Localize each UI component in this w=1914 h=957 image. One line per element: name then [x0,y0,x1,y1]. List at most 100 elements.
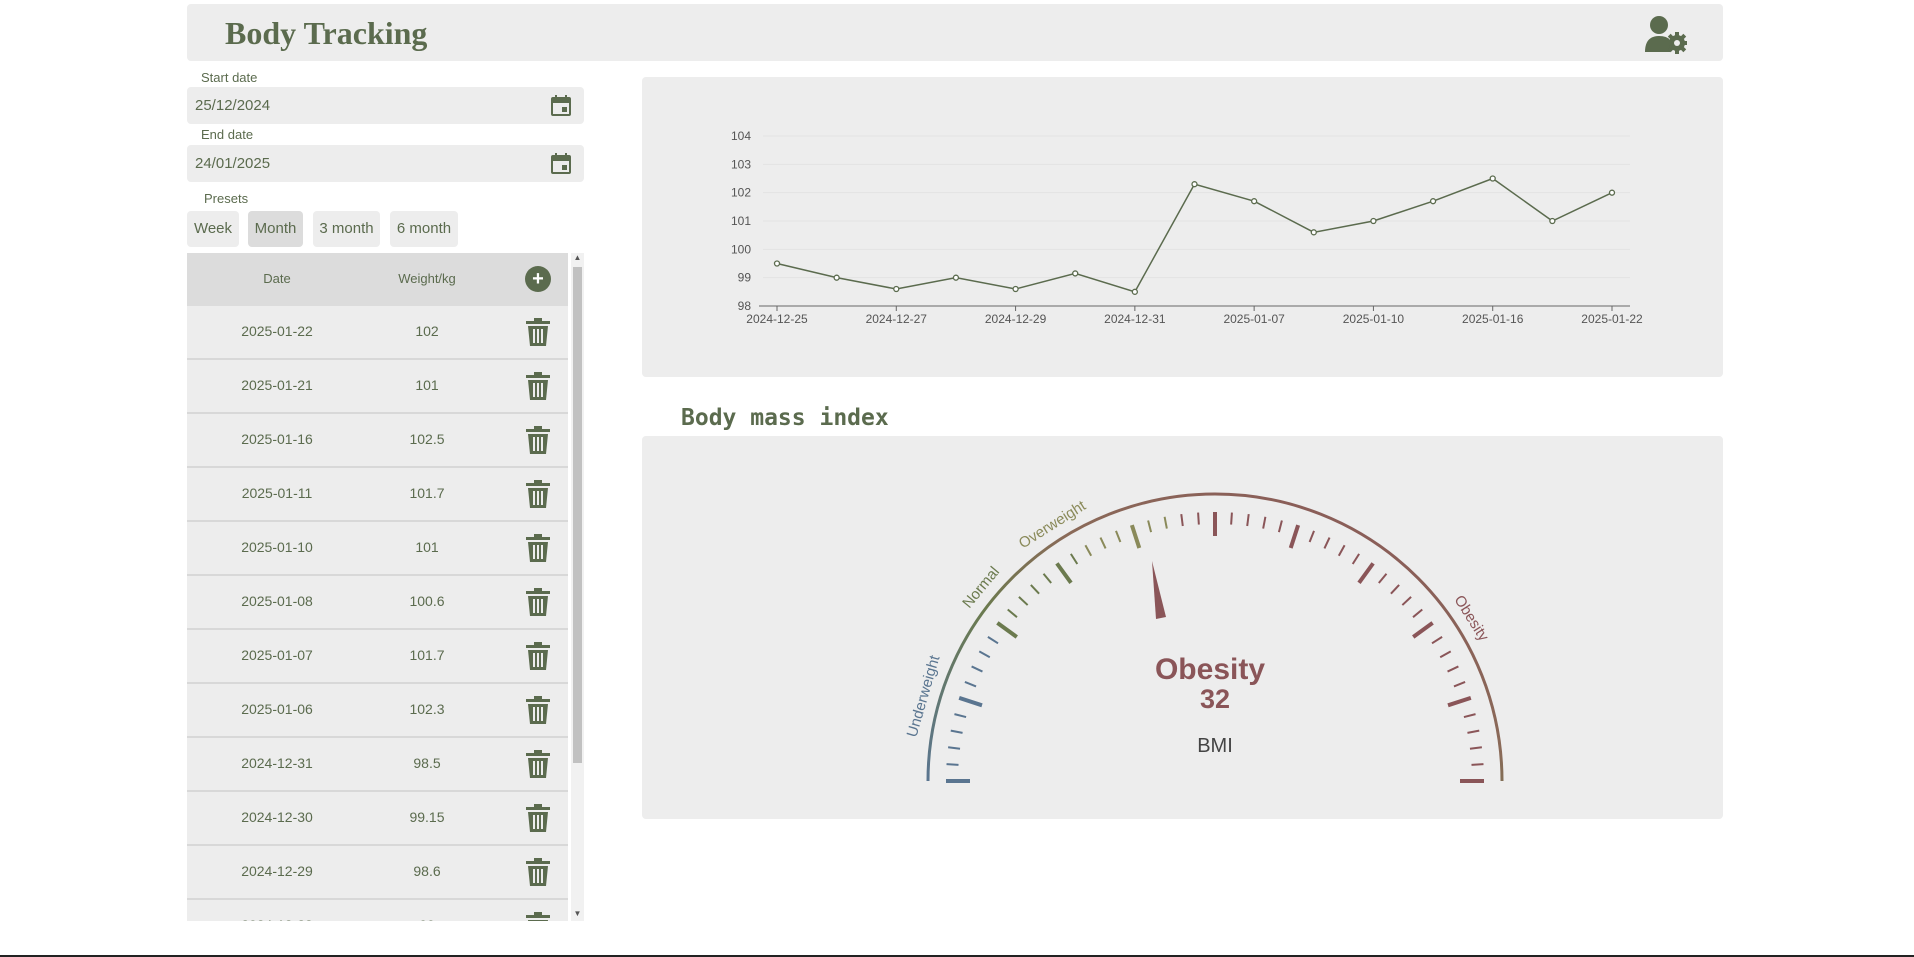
gauge-zone-label: Obesity [1450,592,1492,644]
cell-weight: 101 [415,539,439,555]
x-tick-label: 2025-01-10 [1343,312,1405,326]
gauge-tick [1401,596,1412,606]
cell-weight: 101 [415,377,439,393]
cell-weight: 99 [337,917,517,921]
gauge-tick [1390,584,1400,595]
trash-icon[interactable] [526,858,550,886]
gauge-tick [1018,596,1029,606]
preset-month-button[interactable]: Month [248,211,303,247]
gauge-tick [1070,553,1079,565]
gauge-zone-labels: UnderweightNormalOverweightObesity [904,497,1493,739]
add-entry-button[interactable]: + [525,266,551,292]
data-point [1310,229,1317,236]
scroll-down-arrow[interactable]: ▼ [571,909,584,921]
trash-icon[interactable] [526,372,550,400]
data-point [1191,181,1198,188]
preset-6-month-button[interactable]: 6 month [390,211,458,247]
x-tick-label: 2025-01-16 [1462,312,1524,326]
x-tick-label: 2024-12-29 [985,312,1047,326]
x-tick-label: 2025-01-22 [1581,312,1643,326]
gauge-zone-label: Normal [959,563,1003,611]
y-tick-label: 101 [731,214,751,228]
gauge-tick [987,636,999,645]
gauge-tick [1308,530,1315,543]
gauge-tick [1262,516,1267,529]
gauge-tick [1163,516,1168,529]
gauge-tick [1357,562,1375,584]
y-tick-label: 98 [738,299,752,313]
preset-3-month-button[interactable]: 3 month [313,211,380,247]
trash-icon[interactable] [526,804,550,832]
table-row: 2025-01-06 102.3 [187,684,568,738]
trash-icon[interactable] [526,750,550,778]
trash-icon[interactable] [526,534,550,562]
scrollbar-thumb[interactable] [573,267,582,763]
gauge-tick [1378,573,1388,584]
gauge-tick [1055,562,1073,584]
weight-table: Date Weight/kg + 2025-01-22 102 2025-01-21… [187,253,584,921]
gauge-zone-label: Underweight [904,653,944,739]
gauge-tick [1351,553,1360,565]
data-point [1370,217,1377,225]
gauge-tick [1129,524,1142,549]
gauge-tick [1115,530,1122,543]
gauge-tick [1084,544,1093,557]
gauge-tick [978,650,991,659]
series-line [776,177,1613,293]
gauge-tick [1007,608,1018,618]
x-tick-label: 2024-12-31 [1104,312,1166,326]
data-point [1131,288,1139,295]
scroll-up-arrow[interactable]: ▲ [571,253,584,265]
gauge-tick [1412,621,1434,639]
trash-icon[interactable] [526,696,550,724]
gauge-tick [971,665,983,673]
trash-icon[interactable] [526,426,550,454]
cell-weight: 102.3 [409,701,445,717]
gauge-tick [954,713,967,719]
bmi-value: 32 [1200,684,1230,714]
start-date-field[interactable]: 25/12/2024 [187,87,584,124]
table-row: 2024-12-29 98.6 [187,846,568,900]
table-row: 2025-01-22 102 [187,306,568,360]
y-tick-label: 103 [731,157,751,171]
y-tick-label: 99 [738,271,752,285]
x-tick-label: 2024-12-25 [746,312,808,326]
cell-weight: 101.7 [409,647,445,663]
data-point [952,274,960,281]
x-tick-label: 2025-01-07 [1223,312,1285,326]
gauge-tick [1030,584,1040,595]
gauge-tick [1467,729,1480,734]
gauge-tick [1463,713,1476,719]
table-header: Date Weight/kg + [187,253,568,306]
cell-weight: 102 [415,323,439,339]
table-row: 2025-01-07 101.7 [187,630,568,684]
end-date-label: End date [201,127,254,142]
gauge-tick [1447,695,1472,708]
trash-icon[interactable] [526,642,550,670]
preset-week-button[interactable]: Week [187,211,239,247]
gauge-tick [996,621,1018,639]
data-point [833,274,840,281]
gauge-tick [1447,665,1459,673]
gauge-tick [1471,763,1484,766]
trash-icon[interactable] [526,588,550,616]
weight-chart-panel: 98 99 100 101 102 103 104 2024-12-25 2024-12-27 2… [642,77,1723,377]
cell-weight: 98.5 [413,755,441,771]
trash-icon[interactable] [526,480,550,508]
user-gear-icon[interactable] [1643,14,1687,54]
table-row: 2025-01-21 101 [187,360,568,414]
app-header: Body Tracking [187,4,1723,61]
table-row: 2024-12-31 98.5 [187,738,568,792]
gauge-tick [1147,520,1153,533]
bmi-section-title: Body mass index [681,405,889,431]
bmi-category: Obesity [1155,653,1265,686]
trash-icon[interactable] [526,318,550,346]
end-date-field[interactable]: 24/01/2025 [187,145,584,182]
gauge-tick [947,746,961,750]
calendar-icon[interactable] [550,95,572,117]
gauge-tick [1439,650,1452,659]
table-row: 2025-01-11 101.7 [187,468,568,522]
trash-icon[interactable] [526,912,550,921]
gauge-tick [1099,537,1107,549]
calendar-icon[interactable] [550,153,572,175]
